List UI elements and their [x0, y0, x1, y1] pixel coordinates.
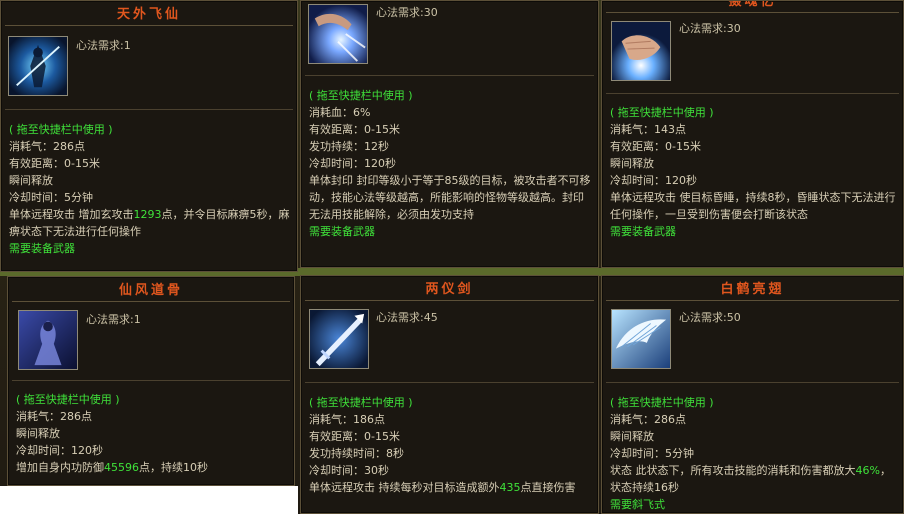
detail-line: 冷却时间：5分钟: [610, 447, 694, 460]
detail-line: 有效距离：0-15米: [309, 123, 400, 136]
detail-line: 有效距离：0-15米: [610, 140, 701, 153]
detail-line: 消耗气：286点: [9, 140, 85, 153]
detail-line: 瞬间释放: [9, 174, 53, 187]
skill-title: 摄魂忆: [606, 1, 899, 13]
skill-details: ( 拖至快捷栏中使用 ) 消耗气：186点 有效距离：0-15米 发功持续时间：…: [309, 394, 592, 496]
palm-light-icon[interactable]: [611, 21, 671, 81]
divider: [5, 109, 293, 110]
divider: [12, 380, 290, 381]
skill-card-tianwai-feixian: 天外飞仙 心法需求:1 ( 拖至快捷栏中使用 ) 消耗气：286点 有效距离：0…: [0, 0, 298, 272]
blue-robed-immortal-icon[interactable]: [18, 310, 78, 370]
detail-line: 冷却时间：30秒: [309, 464, 389, 477]
drag-hint: ( 拖至快捷栏中使用 ): [16, 393, 120, 406]
skill-details: ( 拖至快捷栏中使用 ) 消耗气：286点 瞬间释放 冷却时间：5分钟 状态 此…: [610, 394, 897, 513]
desc-text: 点直接伤害: [520, 481, 576, 494]
skill-description: 增加自身内功防御45596点，持续10秒: [16, 459, 288, 476]
desc-text: 单体远程攻击 增加玄攻击: [9, 208, 134, 221]
skill-title: 两仪剑: [305, 280, 594, 301]
glowing-hand-icon[interactable]: [308, 4, 368, 64]
skill-details: ( 拖至快捷栏中使用 ) 消耗血：6% 有效距离：0-15米 发功持续：12秒 …: [309, 87, 592, 240]
detail-line: 消耗气：143点: [610, 123, 686, 136]
detail-line: 冷却时间：120秒: [309, 157, 396, 170]
skill-requirement: 心法需求:45: [376, 311, 438, 324]
skill-requirement: 心法需求:50: [679, 311, 741, 324]
skill-details: ( 拖至快捷栏中使用 ) 消耗气：143点 有效距离：0-15米 瞬间释放 冷却…: [610, 104, 897, 240]
drag-hint: ( 拖至快捷栏中使用 ): [9, 123, 113, 136]
divider: [305, 75, 594, 76]
detail-line: 冷却时间：5分钟: [9, 191, 93, 204]
skill-requirement: 心法需求:30: [376, 6, 438, 19]
requirement-footer: 需要装备武器: [610, 225, 676, 238]
skill-requirement: 心法需求:1: [86, 313, 141, 326]
skill-details: ( 拖至快捷栏中使用 ) 消耗气：286点 有效距离：0-15米 瞬间释放 冷却…: [9, 121, 291, 257]
detail-line: 瞬间释放: [16, 427, 60, 440]
skill-card-sleep: 摄魂忆 心法需求:30 ( 拖至快捷栏中使用 ) 消耗气：143点 有效距离：0…: [601, 0, 904, 268]
drag-hint: ( 拖至快捷栏中使用 ): [610, 106, 714, 119]
detail-line: 有效距离：0-15米: [9, 157, 100, 170]
detail-line: 发功持续：12秒: [309, 140, 389, 153]
skill-requirement: 心法需求:30: [679, 22, 741, 35]
detail-line: 有效距离：0-15米: [309, 430, 400, 443]
detail-line: 消耗气：286点: [16, 410, 92, 423]
requirement-footer: 需要装备武器: [309, 225, 375, 238]
skill-description: 单体远程攻击 使目标昏睡，持续8秒，昏睡状态下无法进行任何操作，一旦受到伤害便会…: [610, 191, 896, 221]
skill-card-seal: 心法需求:30 ( 拖至快捷栏中使用 ) 消耗血：6% 有效距离：0-15米 发…: [300, 0, 599, 268]
desc-text: 状态 此状态下，所有攻击技能的消耗和伤害都放大: [610, 464, 856, 477]
desc-value: 45596: [104, 461, 139, 474]
detail-line: 发功持续时间：8秒: [309, 447, 404, 460]
skill-requirement: 心法需求:1: [76, 39, 131, 52]
blue-sword-figure-icon[interactable]: [8, 36, 68, 96]
detail-line: 消耗血：6%: [309, 106, 371, 119]
requirement-footer: 需要装备武器: [9, 242, 75, 255]
desc-value: 435: [499, 481, 521, 494]
detail-line: 冷却时间：120秒: [16, 444, 103, 457]
drag-hint: ( 拖至快捷栏中使用 ): [309, 396, 413, 409]
white-wing-icon[interactable]: [611, 309, 671, 369]
skill-description: 单体远程攻击 增加玄攻击1293点，并令目标麻痹5秒，麻痹状态下无法进行任何操作: [9, 206, 291, 240]
detail-line: 消耗气：286点: [610, 413, 686, 426]
drag-hint: ( 拖至快捷栏中使用 ): [309, 89, 413, 102]
detail-line: 冷却时间：120秒: [610, 174, 697, 187]
desc-text: 单体远程攻击 持续每秒对目标造成额外: [309, 481, 500, 494]
divider: [305, 382, 594, 383]
skill-card-baihe-liangchi: 白鹤亮翅 心法需求:50 ( 拖至快捷栏中使用 ) 消耗气：286点 瞬间释放 …: [601, 275, 904, 514]
skill-description: 状态 此状态下，所有攻击技能的消耗和伤害都放大46%，状态持续16秒: [610, 462, 897, 496]
divider: [606, 93, 899, 94]
skill-title: 白鹤亮翅: [606, 280, 899, 301]
desc-text: 点，持续10秒: [139, 461, 208, 474]
requirement-footer: 需要斜飞式: [610, 498, 665, 511]
skill-card-xianfeng-daogu: 仙风道骨 心法需求:1 ( 拖至快捷栏中使用 ) 消耗气：286点 瞬间释放 冷…: [7, 276, 295, 486]
skill-title: 仙风道骨: [12, 281, 290, 302]
detail-line: 瞬间释放: [610, 157, 654, 170]
desc-text: 增加自身内功防御: [16, 461, 104, 474]
desc-value: 1293: [133, 208, 162, 221]
skill-description: 单体远程攻击 持续每秒对目标造成额外435点直接伤害: [309, 479, 592, 496]
blank-area: [0, 486, 298, 514]
skill-title: 天外飞仙: [5, 5, 293, 26]
skill-details: ( 拖至快捷栏中使用 ) 消耗气：286点 瞬间释放 冷却时间：120秒 增加自…: [16, 391, 288, 476]
flying-sword-icon[interactable]: [309, 309, 369, 369]
skill-card-liangyi-jian: 两仪剑 心法需求:45 ( 拖至快捷栏中使用 ) 消耗气：186点 有效距离：0…: [300, 275, 599, 514]
drag-hint: ( 拖至快捷栏中使用 ): [610, 396, 714, 409]
detail-line: 消耗气：186点: [309, 413, 385, 426]
detail-line: 瞬间释放: [610, 430, 654, 443]
divider: [606, 382, 899, 383]
desc-value: 46%: [855, 464, 880, 477]
skill-description: 单体封印 封印等级小于等于85级的目标，被攻击者不可移动，技能心法等级越高，所能…: [309, 174, 591, 221]
